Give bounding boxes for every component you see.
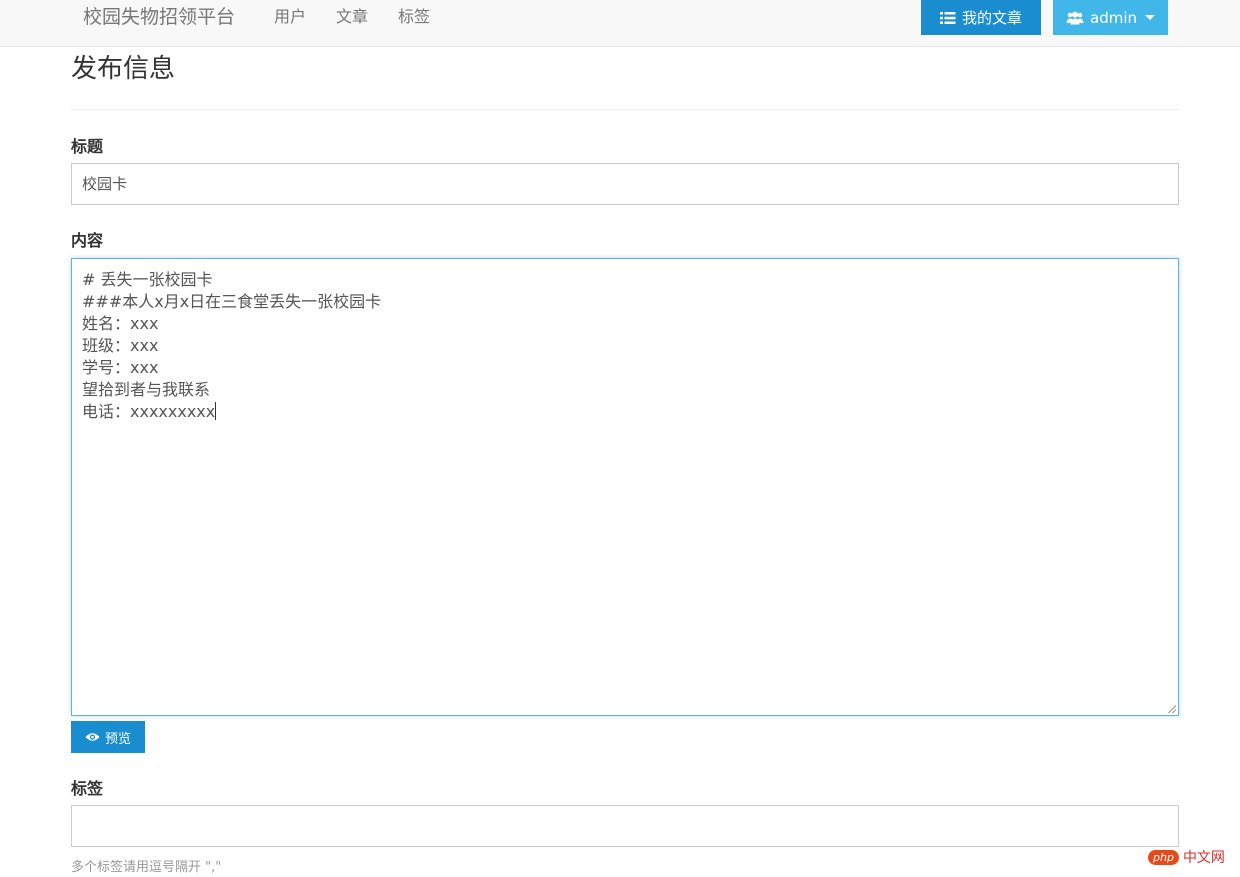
nav-links: 用户 文章 标签	[274, 7, 460, 27]
content-label: 内容	[71, 231, 104, 250]
resize-handle[interactable]	[1168, 705, 1176, 713]
admin-dropdown-button[interactable]: admin	[1053, 0, 1168, 35]
nav-link-users[interactable]: 用户	[274, 7, 306, 27]
my-posts-label: 我的文章	[961, 9, 1022, 27]
watermark: php 中文网	[1148, 847, 1225, 867]
divider	[71, 109, 1179, 110]
page-title: 发布信息	[71, 54, 176, 84]
tags-label: 标签	[71, 779, 104, 798]
content-text: # 丢失一张校园卡 ###本人x月x日在三食堂丢失一张校园卡 姓名：xxx 班级…	[82, 270, 382, 421]
preview-button[interactable]: 预览	[71, 721, 145, 753]
admin-label: admin	[1090, 8, 1137, 27]
watermark-logo: php	[1148, 849, 1179, 865]
tags-input[interactable]	[71, 805, 1179, 847]
eye-icon	[85, 732, 100, 742]
nav-link-tags[interactable]: 标签	[398, 7, 430, 27]
title-label: 标题	[71, 137, 104, 156]
caret-down-icon	[1145, 15, 1155, 20]
nav-link-articles[interactable]: 文章	[336, 7, 368, 27]
my-posts-button[interactable]: 我的文章	[921, 0, 1041, 35]
top-navbar: 校园失物招领平台 用户 文章 标签 我的文章 admin	[0, 0, 1240, 47]
watermark-text: 中文网	[1182, 850, 1225, 866]
content-textarea[interactable]: # 丢失一张校园卡 ###本人x月x日在三食堂丢失一张校园卡 姓名：xxx 班级…	[71, 258, 1179, 716]
brand-title[interactable]: 校园失物招领平台	[83, 5, 235, 29]
tags-help-text: 多个标签请用逗号隔开 ","	[71, 860, 222, 875]
preview-label: 预览	[104, 731, 131, 747]
title-input[interactable]: 校园卡	[71, 163, 1179, 205]
text-cursor	[215, 402, 217, 420]
users-icon	[1066, 11, 1084, 25]
list-icon	[939, 11, 956, 25]
